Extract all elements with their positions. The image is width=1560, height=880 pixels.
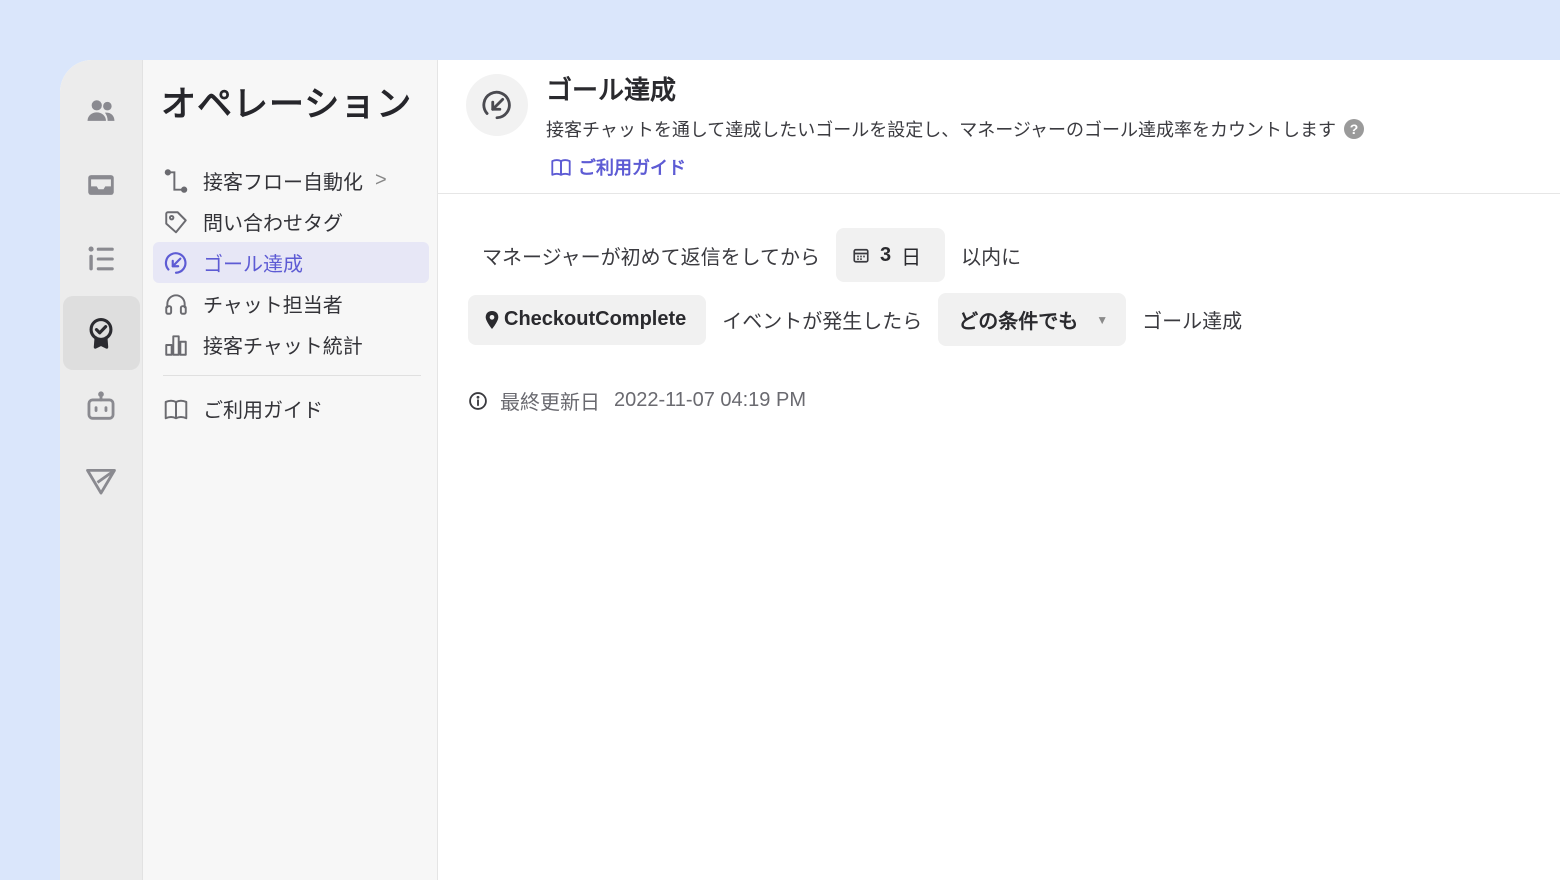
rule-row-timing: マネージャーが初めて返信をしてから 3 日 以内に bbox=[468, 228, 1021, 282]
rail-item-operation[interactable] bbox=[62, 296, 140, 370]
rail-item-list[interactable] bbox=[63, 222, 140, 296]
updated-date: 2022-11-07 04:19 PM bbox=[614, 389, 806, 411]
event-name: CheckoutComplete bbox=[504, 308, 687, 330]
sidebar-title: オペレーション bbox=[161, 85, 413, 124]
bar-chart-icon bbox=[165, 334, 187, 356]
sidebar-item-guide[interactable]: ご利用ガイド bbox=[153, 388, 429, 429]
description-text: 接客チャットを通して達成したいゴールを設定し、マネージャーのゴール達成率をカウン… bbox=[546, 120, 1337, 140]
app-window: オペレーション 接客フロー自動化 > 問い合わせタグ ゴール達成 チャット担当者… bbox=[60, 60, 1560, 880]
rule-row-event: CheckoutComplete イベントが発生したら どの条件でも ▼ ゴール… bbox=[468, 293, 1242, 346]
rule-within: 以内に bbox=[961, 246, 1022, 269]
days-selector[interactable]: 3 日 bbox=[836, 228, 946, 282]
sidebar-item-label: ゴール達成 bbox=[203, 254, 303, 276]
rail-item-customers[interactable] bbox=[63, 74, 140, 148]
inbox-icon bbox=[88, 175, 114, 195]
condition-dropdown[interactable]: どの条件でも ▼ bbox=[938, 293, 1127, 346]
list-icon bbox=[88, 246, 114, 271]
sidebar-item-chat-stats[interactable]: 接客チャット統計 bbox=[153, 324, 429, 365]
sidebar-item-inquiry-tags[interactable]: 問い合わせタグ bbox=[153, 201, 429, 242]
rule-prefix: マネージャーが初めて返信をしてから bbox=[482, 246, 820, 269]
calendar-icon bbox=[853, 248, 869, 263]
page-title: ゴール達成 bbox=[546, 75, 677, 105]
flow-icon bbox=[164, 168, 188, 193]
guide-link-label: ご利用ガイド bbox=[578, 158, 686, 178]
rail-item-campaign[interactable] bbox=[63, 444, 140, 518]
goal-icon bbox=[164, 251, 187, 274]
help-icon[interactable]: ? bbox=[1344, 119, 1365, 139]
book-icon bbox=[164, 399, 188, 419]
users-icon bbox=[87, 100, 115, 121]
icon-rail bbox=[60, 60, 143, 880]
last-updated: 最終更新日 2022-11-07 04:19 PM bbox=[468, 386, 806, 415]
condition-value: どの条件でも bbox=[958, 311, 1079, 333]
rule-result: ゴール達成 bbox=[1142, 311, 1243, 333]
rail-item-inbox[interactable] bbox=[63, 148, 140, 222]
tag-icon bbox=[165, 210, 187, 233]
sidebar-item-goal[interactable]: ゴール達成 bbox=[153, 242, 429, 283]
sidebar-item-label: チャット担当者 bbox=[203, 295, 343, 317]
rail-item-bot[interactable] bbox=[63, 370, 140, 444]
main-content: ゴール達成 接客チャットを通して達成したいゴールを設定し、マネージャーのゴール達… bbox=[438, 60, 1560, 880]
map-pin-icon bbox=[485, 310, 499, 329]
days-unit: 日 bbox=[901, 246, 922, 269]
sidebar-item-label: 接客チャット統計 bbox=[203, 336, 363, 358]
sidebar-item-flow-automation[interactable]: 接客フロー自動化 > bbox=[153, 160, 429, 201]
header-text: ゴール達成 接客チャットを通して達成したいゴールを設定し、マネージャーのゴール達… bbox=[546, 74, 1365, 193]
bot-icon bbox=[87, 391, 115, 420]
sidebar-divider bbox=[163, 375, 421, 376]
sidebar-item-label: 問い合わせタグ bbox=[203, 213, 343, 235]
sidebar: オペレーション 接客フロー自動化 > 問い合わせタグ ゴール達成 チャット担当者… bbox=[143, 60, 438, 880]
sidebar-item-label: ご利用ガイド bbox=[203, 400, 323, 422]
page-description: 接客チャットを通して達成したいゴールを設定し、マネージャーのゴール達成率をカウン… bbox=[546, 116, 1365, 142]
updated-label: 最終更新日 bbox=[500, 392, 600, 414]
event-selector[interactable]: CheckoutComplete bbox=[468, 294, 707, 345]
goal-icon bbox=[466, 74, 528, 136]
info-icon bbox=[469, 391, 487, 410]
headset-icon bbox=[165, 293, 187, 315]
page-header: ゴール達成 接客チャットを通して達成したいゴールを設定し、マネージャーのゴール達… bbox=[438, 60, 1560, 194]
send-icon bbox=[86, 468, 116, 495]
chevron-right-icon: > bbox=[375, 169, 387, 191]
days-value: 3 bbox=[880, 243, 892, 266]
guide-link[interactable]: ご利用ガイド bbox=[550, 154, 686, 180]
caret-down-icon: ▼ bbox=[1096, 312, 1109, 327]
award-icon bbox=[89, 317, 113, 349]
sidebar-item-label: 接客フロー自動化 bbox=[203, 172, 363, 194]
event-suffix: イベントが発生したら bbox=[722, 311, 923, 333]
book-icon bbox=[551, 159, 571, 176]
sidebar-item-chat-agents[interactable]: チャット担当者 bbox=[153, 283, 429, 324]
